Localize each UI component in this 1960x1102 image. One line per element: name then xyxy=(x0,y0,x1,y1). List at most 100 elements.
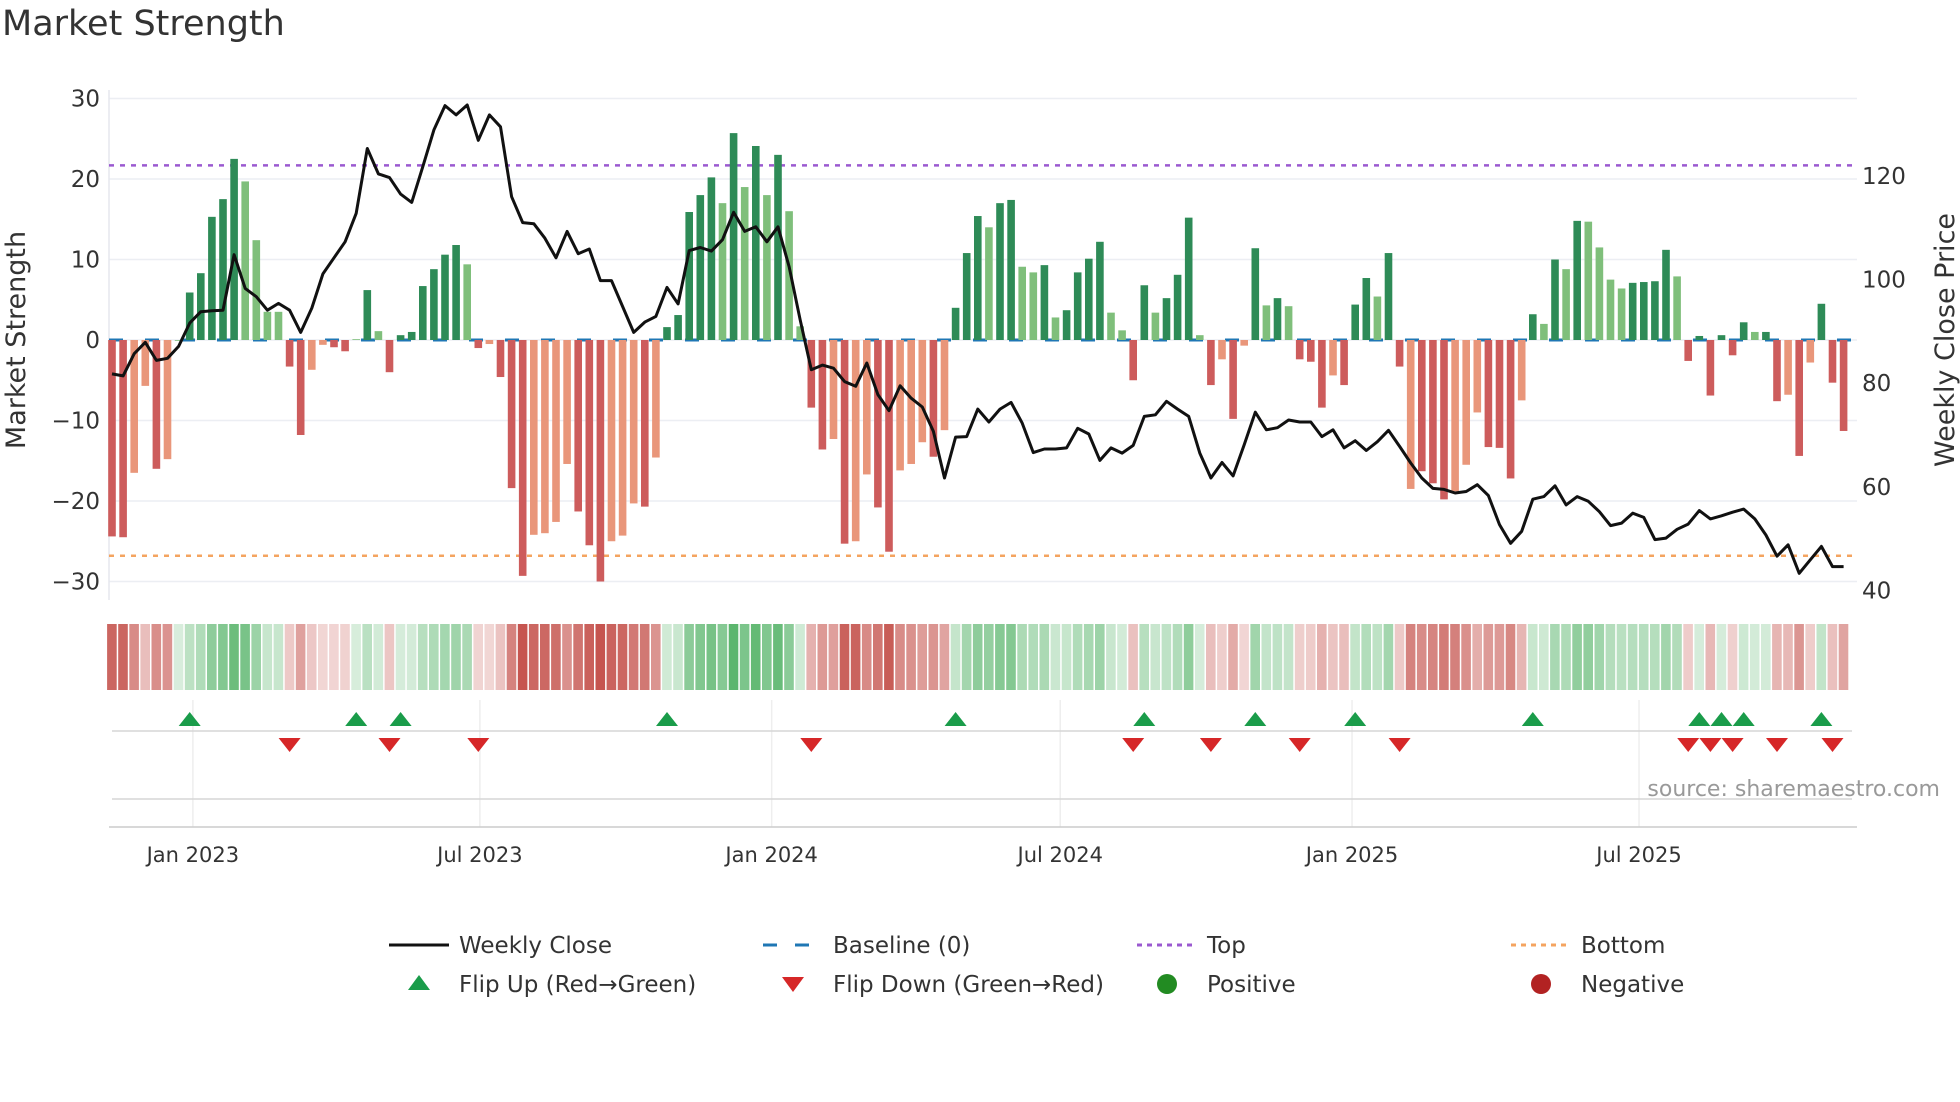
legend-label: Top xyxy=(1206,933,1246,959)
strength-bar xyxy=(263,311,272,340)
strength-bar xyxy=(1373,296,1382,340)
strength-bar xyxy=(1040,265,1049,340)
strip-cell xyxy=(1483,624,1494,690)
strength-bar xyxy=(1429,340,1437,484)
strip-cell xyxy=(917,624,927,690)
strength-bar xyxy=(1073,272,1082,340)
strength-bar xyxy=(1173,274,1182,340)
y-tick-label: −10 xyxy=(51,409,100,435)
strength-bar xyxy=(374,331,383,340)
flip-up-marker xyxy=(656,712,678,726)
strip-cell xyxy=(551,624,561,690)
strip-cell xyxy=(318,624,328,690)
strip-cell xyxy=(1405,624,1416,690)
strength-bar xyxy=(763,195,771,340)
strip-cell xyxy=(484,624,495,690)
x-tick-label: Jan 2024 xyxy=(723,843,818,867)
y-tick-label: 30 xyxy=(71,87,100,113)
strip-cell xyxy=(1061,624,1072,690)
strip-cell xyxy=(1439,624,1449,690)
strength-bar xyxy=(1728,340,1737,356)
x-tick-label: Jul 2024 xyxy=(1016,843,1103,867)
strip-cell xyxy=(1749,624,1760,690)
strength-bar xyxy=(285,340,294,367)
strength-bar xyxy=(1462,340,1470,465)
strip-cell xyxy=(1494,624,1505,690)
strip-cell xyxy=(1605,624,1616,690)
strength-bar xyxy=(1795,340,1803,456)
flip-down-marker xyxy=(378,738,401,752)
strength-bar xyxy=(1706,340,1715,396)
strip-cell xyxy=(140,624,150,690)
strength-bar xyxy=(752,145,760,340)
strength-bar xyxy=(885,340,893,552)
strength-bar xyxy=(496,340,505,378)
strip-cell xyxy=(1594,624,1605,690)
legend-item-baseline: Baseline (0) xyxy=(763,933,970,959)
y-tick-label: −30 xyxy=(51,570,100,596)
strength-bar xyxy=(407,331,416,340)
strength-bar xyxy=(652,340,660,458)
strength-bar xyxy=(685,212,693,340)
strip-cell xyxy=(1683,624,1693,690)
strength-bar xyxy=(1051,317,1060,340)
strip-cell xyxy=(695,624,705,690)
strength-bar xyxy=(1473,340,1482,413)
strength-bar xyxy=(1484,340,1493,448)
strip-cell xyxy=(395,624,406,690)
strength-bar xyxy=(1662,249,1670,340)
strength-bar xyxy=(296,340,305,435)
strip-cell xyxy=(651,624,661,690)
strip-cell xyxy=(717,624,728,690)
strength-bar xyxy=(396,335,405,340)
strip-cell xyxy=(107,624,117,690)
strength-bar xyxy=(1340,340,1348,386)
strip-cell xyxy=(1028,624,1038,690)
strip-cell xyxy=(351,624,361,690)
strip-cell xyxy=(1638,624,1649,690)
strip-cell xyxy=(939,624,950,690)
strength-bar xyxy=(1062,310,1071,340)
strip-cell xyxy=(617,624,628,690)
y-axis-title: Market Strength xyxy=(1,231,32,449)
strength-bar xyxy=(729,133,738,340)
strength-bar xyxy=(1229,340,1237,419)
y2-tick-label: 40 xyxy=(1862,578,1891,604)
strip-cell xyxy=(118,624,128,690)
legend-item-bottom: Bottom xyxy=(1511,933,1665,959)
strength-bar xyxy=(108,340,116,537)
strip-cell xyxy=(1527,624,1538,690)
strip-cell xyxy=(1006,624,1016,690)
strength-bar xyxy=(807,340,816,408)
strip-cell xyxy=(373,624,384,690)
flip-down-marker xyxy=(278,738,301,752)
strip-cell xyxy=(528,624,539,690)
strength-bar xyxy=(485,340,494,345)
strip-cell xyxy=(1383,624,1394,690)
strip-cell xyxy=(728,624,739,690)
legend-label: Weekly Close xyxy=(459,933,612,959)
strip-cell xyxy=(1450,624,1460,690)
flip-up-marker xyxy=(389,712,412,726)
strength-bar xyxy=(274,311,283,340)
strength-bar xyxy=(1029,272,1038,340)
strip-cell xyxy=(1472,624,1482,690)
strength-bar xyxy=(319,340,327,345)
strip-cell xyxy=(995,624,1005,690)
flip-up-marker xyxy=(944,712,967,726)
triangle-up-icon xyxy=(408,975,430,990)
strip-cell xyxy=(884,624,894,690)
strip-cell xyxy=(517,624,528,690)
strength-bar xyxy=(1828,340,1837,383)
flip-down-marker xyxy=(1721,738,1744,752)
legend-label: Flip Up (Red→Green) xyxy=(459,972,696,998)
x-tick-label: Jul 2023 xyxy=(435,843,522,867)
strip-cell xyxy=(306,624,317,690)
strength-bar xyxy=(1684,340,1692,361)
strength-bar xyxy=(829,340,838,440)
strength-bar xyxy=(1817,303,1826,340)
strength-bar xyxy=(230,158,238,340)
strength-bar xyxy=(563,340,571,464)
strip-cell xyxy=(1239,624,1249,690)
strip-cell xyxy=(1627,624,1638,690)
